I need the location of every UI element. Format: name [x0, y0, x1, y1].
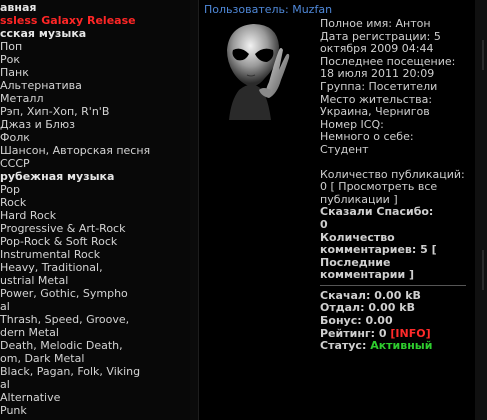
sidebar-item[interactable]: Progressive & Art-Rock [0, 222, 125, 235]
sidebar-section-heading: рубежная музыка [0, 170, 115, 183]
column-gap [190, 0, 198, 420]
sidebar-item[interactable]: Death, Melodic Death, [0, 339, 123, 352]
comments-close: ] [409, 268, 415, 282]
status-badge: Активный [370, 339, 433, 353]
border-notch [482, 250, 484, 290]
sidebar-item[interactable]: Поп [0, 40, 22, 53]
sidebar-item[interactable]: Рэп, Хип-Хоп, R'n'B [0, 105, 109, 118]
about-value: Студент [320, 142, 369, 156]
sidebar-menu: авная ssless Galaxy Release сская музыка По… [0, 0, 190, 420]
profile-title: Пользователь: Muzfan [204, 3, 332, 16]
sidebar-item[interactable]: Шансон, Авторская песня [0, 144, 150, 157]
status-label: Статус: [320, 339, 367, 353]
residence: Место жительства: Украина, Чернигов [320, 92, 433, 119]
thanks-label: Сказали Спасибо: [320, 205, 434, 219]
sidebar-item[interactable]: al [0, 378, 10, 391]
right-border [475, 0, 487, 420]
registration-date: Дата регистрации: 5 октября 2009 04:44 [320, 29, 441, 56]
rating-info-link[interactable]: [INFO] [390, 327, 430, 340]
profile-info: Полное имя: Антон Дата регистрации: 5 ок… [320, 17, 470, 353]
publications-count: Количество публикаций: 0 [ Просмотреть в… [320, 168, 470, 207]
sidebar-item[interactable]: ustrial Metal [0, 274, 68, 287]
sidebar-item[interactable]: Pop-Rock & Soft Rock [0, 235, 117, 248]
full-name: Полное имя: Антон [320, 17, 431, 30]
username-link[interactable]: Muzfan [292, 3, 332, 16]
user-prefix: Пользователь: [204, 3, 293, 16]
sidebar-item[interactable]: Фолк [0, 131, 30, 144]
sidebar-item[interactable]: Альтернатива [0, 79, 82, 92]
comments-count: Количество комментариев: 5 [ Последние к… [320, 230, 470, 282]
divider [320, 284, 466, 286]
status: Статус: Активный [320, 339, 470, 353]
sidebar-item[interactable]: Instrumental Rock [0, 248, 100, 261]
view-publications-link[interactable]: Просмотреть все публикации [320, 180, 437, 206]
sidebar-item[interactable]: Hard Rock [0, 209, 56, 222]
sidebar-section-heading: авная [0, 1, 37, 14]
sidebar-item[interactable]: Heavy, Traditional, [0, 261, 103, 274]
sidebar-item[interactable]: Металл [0, 92, 43, 105]
sidebar-item[interactable]: Панк [0, 66, 29, 79]
comments-text: Количество комментариев: 5 [ [320, 230, 437, 257]
sidebar-item[interactable]: Rock [0, 196, 26, 209]
alien-avatar-icon [227, 24, 290, 120]
border-notch [482, 40, 484, 70]
sidebar-item[interactable]: dern Metal [0, 326, 59, 339]
profile-panel: Пользователь: Muzfan Полное имя: Антон Д… [198, 0, 476, 420]
sidebar-item[interactable]: СССР [0, 157, 30, 170]
publications-close: ] [393, 192, 398, 206]
sidebar-item[interactable]: Джаз и Блюз [0, 118, 75, 131]
sidebar-item[interactable]: Alternative [0, 391, 60, 404]
sidebar-item[interactable]: Рок [0, 53, 20, 66]
sidebar-item[interactable]: Black, Pagan, Folk, Viking [0, 365, 140, 378]
last-comments-link[interactable]: Последние комментарии [320, 256, 405, 282]
sidebar-item[interactable]: Pop [0, 183, 20, 196]
sidebar-section-heading: сская музыка [0, 27, 87, 40]
last-visit: Последнее посещение: 18 июля 2011 20:09 [320, 54, 456, 81]
user-group: Группа: Посетители [320, 79, 438, 93]
sidebar-item[interactable]: al [0, 300, 10, 313]
sidebar-item[interactable]: Punk [0, 404, 27, 417]
rating-label: Рейтинг: 0 [320, 326, 387, 340]
sidebar-item[interactable]: Thrash, Speed, Groove, [0, 313, 129, 326]
sidebar-item[interactable]: ssless Galaxy Release [0, 14, 136, 27]
sidebar-item[interactable]: om, Dark Metal [0, 352, 84, 365]
sidebar-item[interactable]: Power, Gothic, Sympho [0, 287, 128, 300]
